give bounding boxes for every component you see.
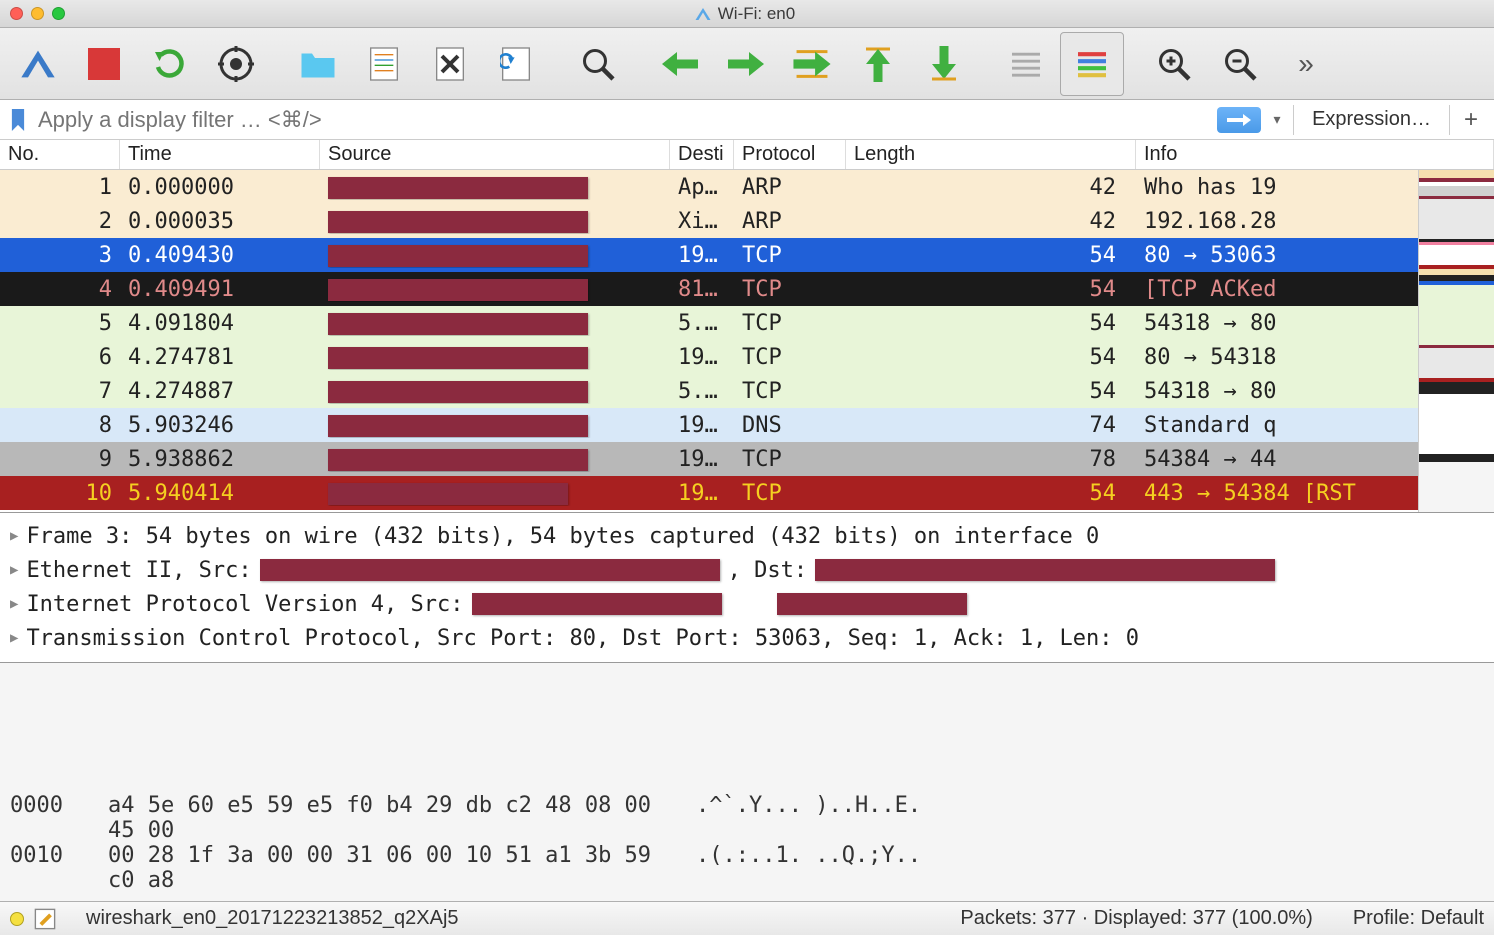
col-length[interactable]: Length [846, 140, 1136, 169]
packet-row[interactable]: 95.93886219…TCP7854384 → 44 [0, 442, 1494, 476]
expand-icon[interactable]: ▶ [10, 596, 18, 612]
capture-file-label: wireshark_en0_20171223213852_q2XAj5 [86, 907, 960, 930]
col-source[interactable]: Source [320, 140, 670, 169]
zoom-window-button[interactable] [52, 7, 65, 20]
col-time[interactable]: Time [120, 140, 320, 169]
close-file-button[interactable] [418, 32, 482, 96]
start-capture-button[interactable] [6, 32, 70, 96]
col-protocol[interactable]: Protocol [734, 140, 846, 169]
go-forward-button[interactable] [714, 32, 778, 96]
wireshark-icon [694, 5, 712, 23]
packet-row[interactable]: 105.94041419…TCP54443 → 54384 [RST [0, 476, 1494, 510]
open-file-button[interactable] [286, 32, 350, 96]
filter-history-dropdown[interactable]: ▾ [1265, 107, 1289, 133]
stop-capture-button[interactable] [72, 32, 136, 96]
intelligent-scrollbar[interactable] [1418, 170, 1494, 512]
packet-bytes-pane[interactable]: 0000a4 5e 60 e5 59 e5 f0 b4 29 db c2 48 … [0, 662, 1494, 901]
go-first-button[interactable] [846, 32, 910, 96]
expression-button[interactable]: Expression… [1298, 108, 1445, 131]
packet-row[interactable]: 20.000035Xi…ARP42192.168.28 [0, 204, 1494, 238]
packet-row[interactable]: 30.40943019…TCP5480 → 53063 [0, 238, 1494, 272]
minimize-window-button[interactable] [31, 7, 44, 20]
expand-icon[interactable]: ▶ [10, 630, 18, 646]
packet-list-pane[interactable]: 10.000000Ap…ARP42Who has 1920.000035Xi…A… [0, 170, 1494, 512]
expand-icon[interactable]: ▶ [10, 528, 18, 544]
col-no[interactable]: No. [0, 140, 120, 169]
hex-row[interactable]: 0000a4 5e 60 e5 59 e5 f0 b4 29 db c2 48 … [10, 793, 1484, 843]
zoom-in-button[interactable] [1142, 32, 1206, 96]
packet-details-pane[interactable]: ▶Frame 3: 54 bytes on wire (432 bits), 5… [0, 512, 1494, 662]
packet-row[interactable]: 74.2748875.…TCP5454318 → 80 [0, 374, 1494, 408]
add-filter-button[interactable]: + [1454, 106, 1488, 134]
col-dest[interactable]: Desti [670, 140, 734, 169]
save-file-button[interactable] [352, 32, 416, 96]
auto-scroll-button[interactable] [994, 32, 1058, 96]
packet-row[interactable]: 40.40949181…TCP54[TCP ACKed [0, 272, 1494, 306]
main-toolbar: » [0, 28, 1494, 100]
go-back-button[interactable] [648, 32, 712, 96]
display-filter-bar: ▾ Expression… + [0, 100, 1494, 140]
packet-list-header: No. Time Source Desti Protocol Length In… [0, 140, 1494, 170]
detail-frame[interactable]: ▶Frame 3: 54 bytes on wire (432 bits), 5… [10, 519, 1484, 553]
hex-row[interactable]: 001000 28 1f 3a 00 00 31 06 00 10 51 a1 … [10, 843, 1484, 893]
packet-row[interactable]: 54.0918045.…TCP5454318 → 80 [0, 306, 1494, 340]
expand-icon[interactable]: ▶ [10, 562, 18, 578]
detail-ip[interactable]: ▶Internet Protocol Version 4, Src: [10, 587, 1484, 621]
toolbar-overflow-button[interactable]: » [1274, 32, 1338, 96]
colorize-button[interactable] [1060, 32, 1124, 96]
packet-row[interactable]: 10.000000Ap…ARP42Who has 19 [0, 170, 1494, 204]
titlebar: Wi-Fi: en0 [0, 0, 1494, 28]
close-window-button[interactable] [10, 7, 23, 20]
restart-capture-button[interactable] [138, 32, 202, 96]
reload-file-button[interactable] [484, 32, 548, 96]
window-title: Wi-Fi: en0 [65, 4, 1424, 24]
apply-filter-button[interactable] [1217, 107, 1261, 133]
col-info[interactable]: Info [1136, 140, 1494, 169]
edit-capture-comment-icon[interactable] [34, 908, 56, 930]
expert-info-button[interactable] [10, 912, 24, 926]
packet-row[interactable]: 85.90324619…DNS74Standard q [0, 408, 1494, 442]
find-packet-button[interactable] [566, 32, 630, 96]
capture-options-button[interactable] [204, 32, 268, 96]
packet-count-label: Packets: 377 · Displayed: 377 (100.0%) [960, 907, 1312, 930]
detail-ethernet[interactable]: ▶Ethernet II, Src: , Dst: [10, 553, 1484, 587]
filter-bookmark-button[interactable] [6, 106, 30, 134]
window-controls [10, 7, 65, 20]
zoom-out-button[interactable] [1208, 32, 1272, 96]
go-to-packet-button[interactable] [780, 32, 844, 96]
packet-row[interactable]: 64.27478119…TCP5480 → 54318 [0, 340, 1494, 374]
display-filter-input[interactable] [34, 104, 1213, 136]
detail-tcp[interactable]: ▶Transmission Control Protocol, Src Port… [10, 621, 1484, 655]
profile-label[interactable]: Profile: Default [1353, 907, 1484, 930]
status-bar: wireshark_en0_20171223213852_q2XAj5 Pack… [0, 901, 1494, 935]
go-last-button[interactable] [912, 32, 976, 96]
